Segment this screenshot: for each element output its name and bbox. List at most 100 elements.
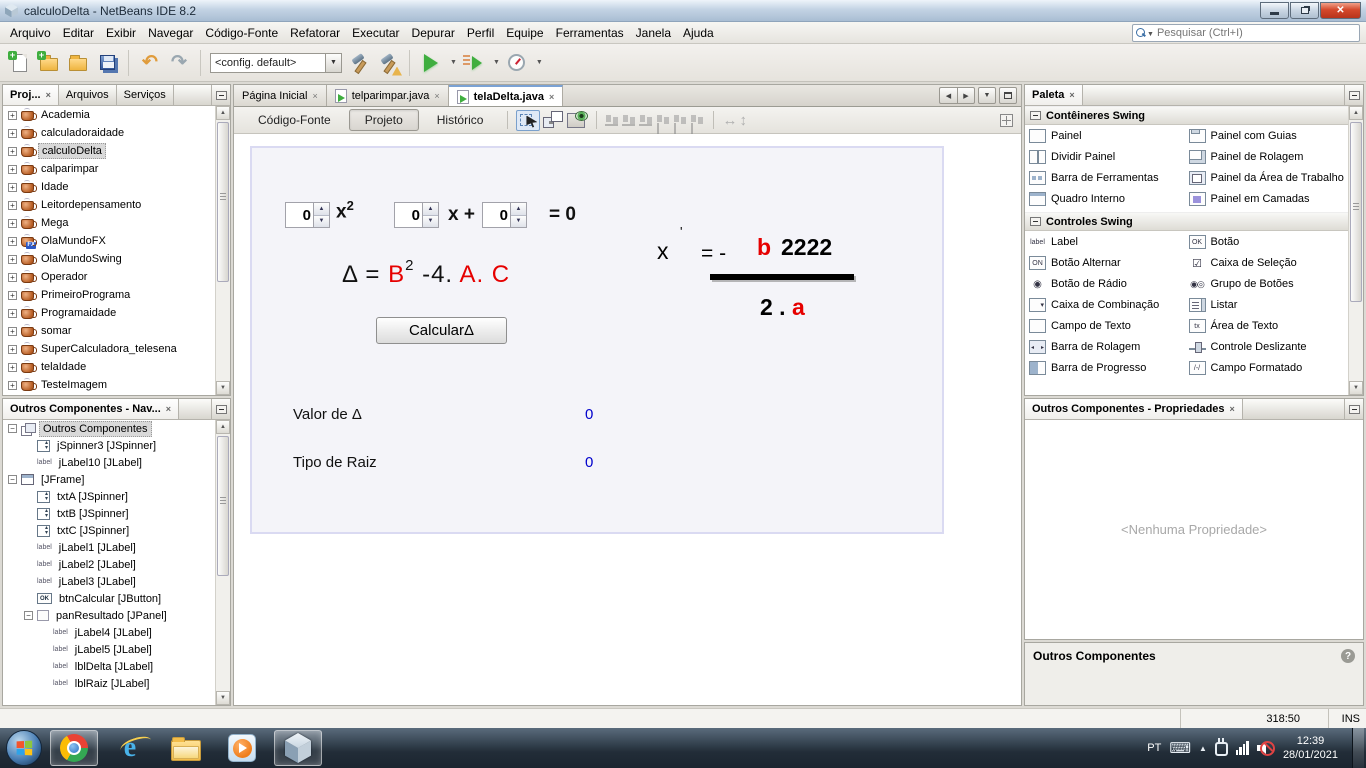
tab-palette[interactable]: Paleta × — [1025, 85, 1083, 105]
project-item[interactable]: + calparimpar — [3, 160, 215, 178]
tab-teladelta[interactable]: telaDelta.java × — [448, 85, 564, 106]
scroll-down-icon[interactable]: ▼ — [216, 381, 230, 395]
run-project-button[interactable] — [419, 51, 443, 75]
project-item[interactable]: + TesteImagem — [3, 376, 215, 394]
search-input[interactable] — [1156, 27, 1356, 39]
redo-button[interactable]: ↷ — [167, 51, 191, 75]
expand-icon[interactable]: + — [8, 110, 17, 120]
palette-item[interactable]: Caixa de Combinação — [1029, 298, 1189, 312]
close-icon[interactable]: × — [1230, 404, 1235, 414]
navigator-node[interactable]: jSpinner3 [JSpinner] — [3, 437, 215, 454]
project-item[interactable]: + PrimeiroPrograma — [3, 286, 215, 304]
taskbar-chrome-button[interactable] — [50, 730, 98, 766]
project-label[interactable]: OlaMundoFX — [38, 234, 109, 248]
scroll-thumb[interactable] — [217, 436, 229, 576]
config-dropdown-icon[interactable]: ▼ — [325, 53, 341, 72]
project-item[interactable]: + telaIdade — [3, 358, 215, 376]
build-project-button[interactable] — [347, 51, 371, 75]
restore-button[interactable] — [1290, 2, 1319, 19]
spinner-c[interactable]: ▲▼ — [482, 202, 527, 228]
project-label[interactable]: Academia — [38, 108, 93, 122]
project-label[interactable]: TesteImagem — [38, 378, 110, 392]
collapse-icon[interactable]: − — [24, 611, 33, 620]
align-bottom-icon[interactable] — [673, 114, 688, 127]
start-button[interactable] — [6, 730, 42, 766]
expand-icon[interactable]: + — [8, 290, 17, 300]
safely-remove-hardware-icon[interactable] — [1214, 738, 1228, 756]
palette-item[interactable]: Controle Deslizante — [1188, 340, 1349, 354]
project-item[interactable]: + Leitordepensamento — [3, 196, 215, 214]
navigator-node-label[interactable]: btnCalcular [JButton] — [56, 592, 164, 606]
editor-grid-icon[interactable] — [1000, 113, 1013, 127]
maximize-editor-icon[interactable] — [999, 87, 1017, 104]
expand-icon[interactable]: + — [8, 272, 17, 282]
profile-dropdown-icon[interactable]: ▼ — [536, 59, 543, 66]
scroll-down-icon[interactable]: ▼ — [1349, 381, 1363, 395]
menu-item-0[interactable]: Arquivo — [4, 23, 57, 43]
collapse-section-icon[interactable] — [1030, 111, 1041, 120]
profile-project-button[interactable] — [505, 51, 529, 75]
navigator-node[interactable]: − [JFrame] — [3, 471, 215, 488]
navigator-node[interactable]: txtA [JSpinner] — [3, 488, 215, 505]
tab-files[interactable]: Arquivos — [59, 85, 117, 105]
minimize-button[interactable] — [1260, 2, 1289, 19]
navigator-node[interactable]: − Outros Componentes — [3, 420, 215, 437]
close-icon[interactable]: × — [166, 404, 171, 414]
palette-item[interactable]: Barra de Ferramentas — [1029, 171, 1189, 185]
palette-item[interactable]: Quadro Interno — [1029, 192, 1189, 206]
network-signal-icon[interactable] — [1235, 741, 1249, 755]
palette-item[interactable]: tx Área de Texto — [1188, 319, 1349, 333]
project-label[interactable]: telaIdade — [38, 360, 89, 374]
project-item[interactable]: + Operador — [3, 268, 215, 286]
connection-mode-icon[interactable] — [542, 110, 564, 130]
tab-telparimpar[interactable]: telparimpar.java × — [326, 85, 449, 106]
palette-item[interactable]: Painel — [1029, 129, 1189, 143]
close-button[interactable]: ✕ — [1320, 2, 1361, 19]
spinner-arrows-icon[interactable]: ▲ ▼ — [313, 203, 329, 227]
navigator-node-label[interactable]: txtA [JSpinner] — [54, 490, 131, 504]
scroll-tabs-right-icon[interactable]: ▶ — [957, 87, 975, 104]
expand-icon[interactable]: + — [8, 254, 17, 264]
navigator-node-label[interactable]: jSpinner3 [JSpinner] — [54, 439, 159, 453]
project-item[interactable]: + FX OlaMundoFX — [3, 232, 215, 250]
project-item[interactable]: + Academia — [3, 106, 215, 124]
navigator-node-label[interactable]: jLabel3 [JLabel] — [56, 575, 139, 589]
menu-item-10[interactable]: Ferramentas — [550, 23, 630, 43]
menu-item-3[interactable]: Navegar — [142, 23, 199, 43]
selection-mode-icon[interactable] — [516, 109, 541, 131]
menu-item-11[interactable]: Janela — [630, 23, 677, 43]
close-icon[interactable]: × — [1069, 90, 1074, 100]
navigator-node[interactable]: jLabel2 [JLabel] — [3, 556, 215, 573]
minimize-panel-button[interactable] — [211, 85, 230, 105]
menu-item-4[interactable]: Código-Fonte — [199, 23, 284, 43]
debug-project-button[interactable] — [462, 51, 486, 75]
navigator-node-label[interactable]: [JFrame] — [38, 473, 87, 487]
calcular-delta-button[interactable]: CalcularΔ — [376, 317, 507, 344]
view-history-button[interactable]: Histórico — [421, 109, 500, 131]
taskbar-explorer-button[interactable] — [162, 730, 210, 766]
save-all-button[interactable] — [95, 51, 119, 75]
project-label[interactable]: somar — [38, 324, 75, 338]
align-left-icon[interactable] — [605, 114, 620, 127]
tab-list-dropdown-icon[interactable]: ▼ — [978, 87, 996, 104]
close-icon[interactable]: × — [46, 90, 51, 100]
expand-icon[interactable]: + — [8, 308, 17, 318]
search-box[interactable]: ▼ — [1132, 24, 1360, 42]
project-label[interactable]: SuperCalculadora_telesena — [38, 342, 180, 356]
collapse-section-icon[interactable] — [1030, 217, 1041, 226]
align-top-icon[interactable] — [656, 114, 671, 127]
navigator-node-label[interactable]: jLabel5 [JLabel] — [72, 643, 155, 657]
taskbar-ie-button[interactable]: e — [106, 730, 154, 766]
close-icon[interactable]: × — [312, 91, 317, 101]
navigator-node-label[interactable]: jLabel10 [JLabel] — [56, 456, 145, 470]
palette-section-header[interactable]: Contêineres Swing — [1025, 106, 1348, 125]
tab-projects[interactable]: Proj... × — [3, 85, 59, 105]
navigator-node-label[interactable]: jLabel4 [JLabel] — [72, 626, 155, 640]
expand-icon[interactable]: + — [8, 236, 17, 246]
projects-scrollbar[interactable]: ▲ ▼ — [215, 106, 230, 395]
project-item[interactable]: + Idade — [3, 178, 215, 196]
palette-item[interactable]: Campo de Texto — [1029, 319, 1189, 333]
search-dropdown-icon[interactable]: ▼ — [1147, 31, 1154, 38]
project-label[interactable]: calculadoraidade — [38, 126, 127, 140]
expand-icon[interactable]: + — [8, 146, 17, 156]
